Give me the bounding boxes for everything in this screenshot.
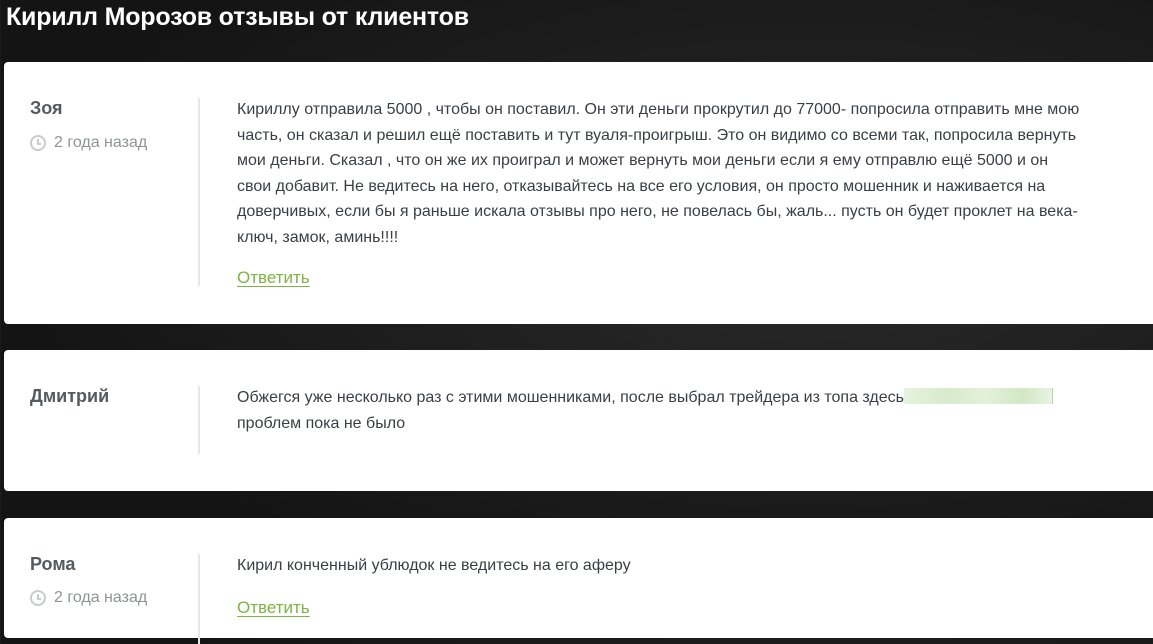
review-card: Зоя 2 года назад Кириллу отправила 5000 … — [4, 62, 1153, 324]
reply-button[interactable]: Ответить — [237, 598, 310, 618]
clock-icon — [30, 135, 46, 151]
page-title: Кирилл Морозов отзывы от клиентов — [6, 3, 469, 31]
review-author: Рома — [30, 554, 76, 574]
review-text: Кирил конченный ублюдок не ведитесь на е… — [237, 557, 631, 574]
review-date-text: 2 года назад — [54, 134, 148, 151]
reply-button[interactable]: Ответить — [237, 268, 310, 288]
review-date-text: 2 года назад — [54, 589, 148, 606]
review-card: Дмитрий Обжегся уже несколько раз с этим… — [4, 350, 1153, 491]
review-text-part: Обжегся уже несколько раз с этими мошенн… — [237, 389, 904, 406]
review-card: Рома 2 года назад Кирил конченный ублюдо… — [4, 518, 1153, 644]
review-divider — [198, 554, 200, 644]
review-text: Обжегся уже несколько раз с этими мошенн… — [237, 385, 1152, 436]
clock-icon — [30, 590, 46, 606]
review-author: Зоя — [30, 98, 63, 118]
review-text-part: проблем пока не было — [237, 414, 406, 432]
blurred-link[interactable] — [903, 388, 1053, 404]
review-date: 2 года назад — [30, 134, 147, 152]
review-divider — [198, 98, 200, 286]
review-author: Дмитрий — [30, 386, 110, 406]
review-divider — [198, 386, 200, 454]
review-date: 2 года назад — [30, 589, 147, 607]
review-text: Кириллу отправила 5000 , чтобы он постав… — [237, 101, 1080, 246]
